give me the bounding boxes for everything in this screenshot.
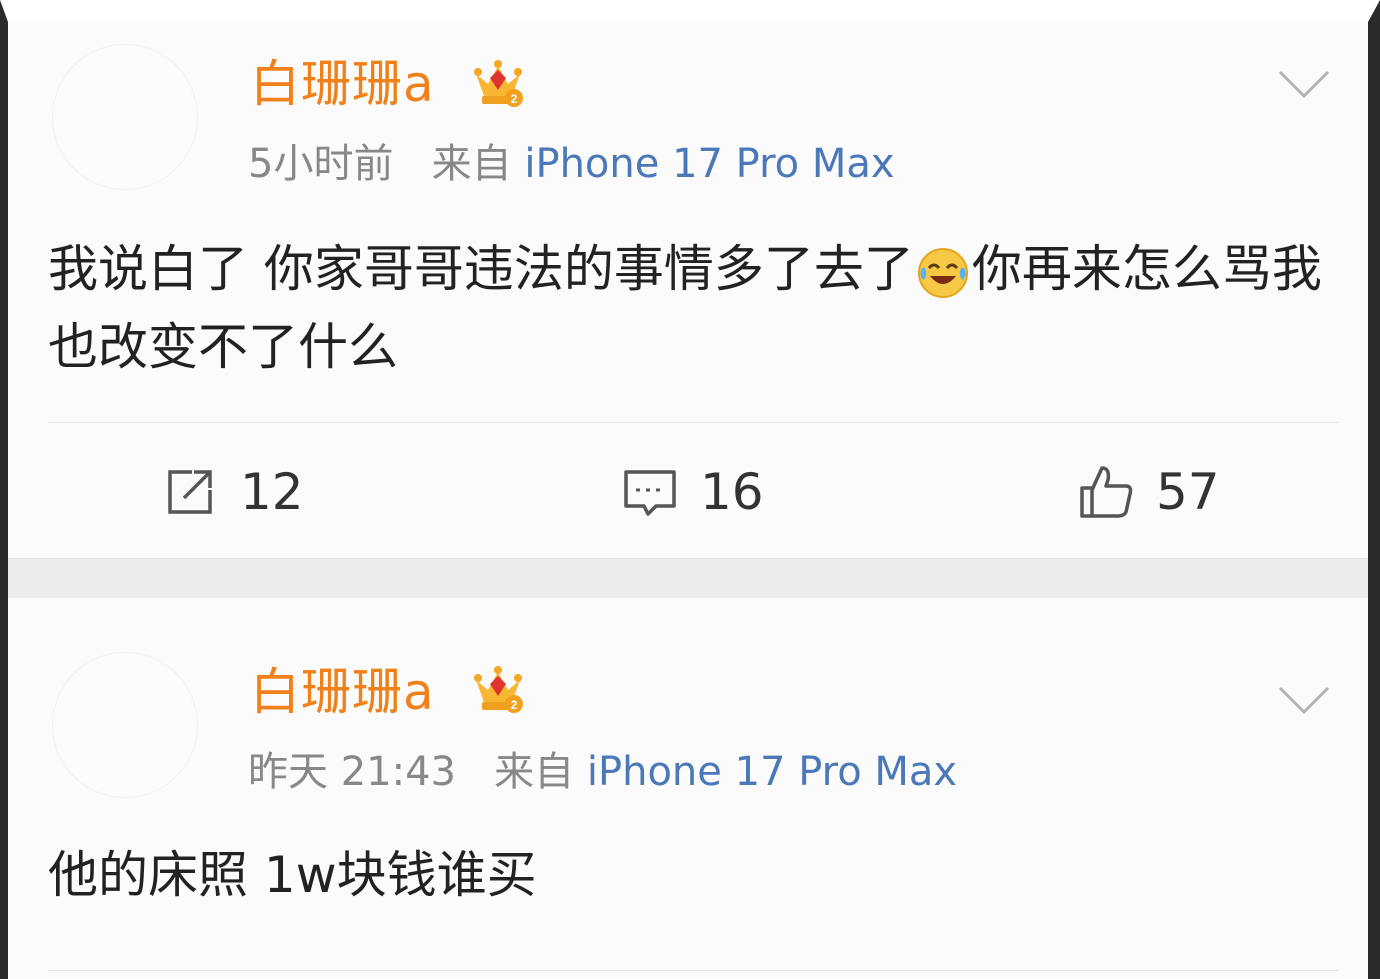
repost-button[interactable]: 12: [162, 462, 304, 522]
like-count: 57: [1156, 463, 1220, 521]
vip-crown-icon[interactable]: 2: [470, 56, 526, 112]
comment-count: 16: [700, 463, 764, 521]
username[interactable]: 白珊珊a: [250, 54, 435, 114]
post-separator: [8, 558, 1368, 600]
source-prefix: 来自: [494, 749, 575, 795]
divider: [48, 970, 1338, 971]
comment-button[interactable]: 16: [622, 462, 764, 522]
post-time: 昨天 21:43: [248, 749, 456, 795]
post-text-part1: 我说白了 你家哥哥违法的事情多了去了: [48, 240, 914, 298]
post-content: 我说白了 你家哥哥违法的事情多了去了 你再来怎么骂我也改变不了什么: [48, 230, 1348, 386]
device-source-link[interactable]: iPhone 17 Pro Max: [587, 749, 957, 795]
comment-icon: [624, 470, 676, 516]
post-card[interactable]: 白珊珊a 2 5小时前 来自 iPhone 17 Pro Max 我说白了 你家…: [8, 22, 1368, 558]
post-content: 他的床照 1w块钱谁买: [48, 846, 537, 904]
chevron-down-icon[interactable]: [1278, 70, 1330, 100]
thumbs-up-icon: [1080, 466, 1133, 518]
post-time: 5小时前: [248, 141, 394, 187]
laughing-crying-emoji-icon: [917, 247, 968, 298]
repost-count: 12: [240, 463, 304, 521]
username[interactable]: 白珊珊a: [250, 662, 435, 722]
like-button[interactable]: 57: [1078, 462, 1220, 522]
source-prefix: 来自: [431, 141, 512, 187]
device-source-link[interactable]: iPhone 17 Pro Max: [524, 141, 894, 187]
svg-text:2: 2: [511, 92, 518, 106]
post-meta: 5小时前 来自 iPhone 17 Pro Max: [248, 140, 895, 188]
divider: [48, 422, 1338, 423]
feed-frame: 白珊珊a 2 5小时前 来自 iPhone 17 Pro Max 我说白了 你家…: [0, 0, 1380, 979]
post-meta: 昨天 21:43 来自 iPhone 17 Pro Max: [248, 748, 957, 796]
svg-text:2: 2: [511, 698, 518, 712]
vip-crown-icon[interactable]: 2: [470, 662, 526, 718]
chevron-down-icon[interactable]: [1278, 686, 1330, 716]
post-card[interactable]: 白珊珊a 2 昨天 21:43 来自 iPhone 17 Pro Max 他的床…: [8, 598, 1368, 979]
repost-icon: [168, 470, 212, 514]
avatar[interactable]: [52, 652, 198, 798]
avatar[interactable]: [52, 44, 198, 190]
